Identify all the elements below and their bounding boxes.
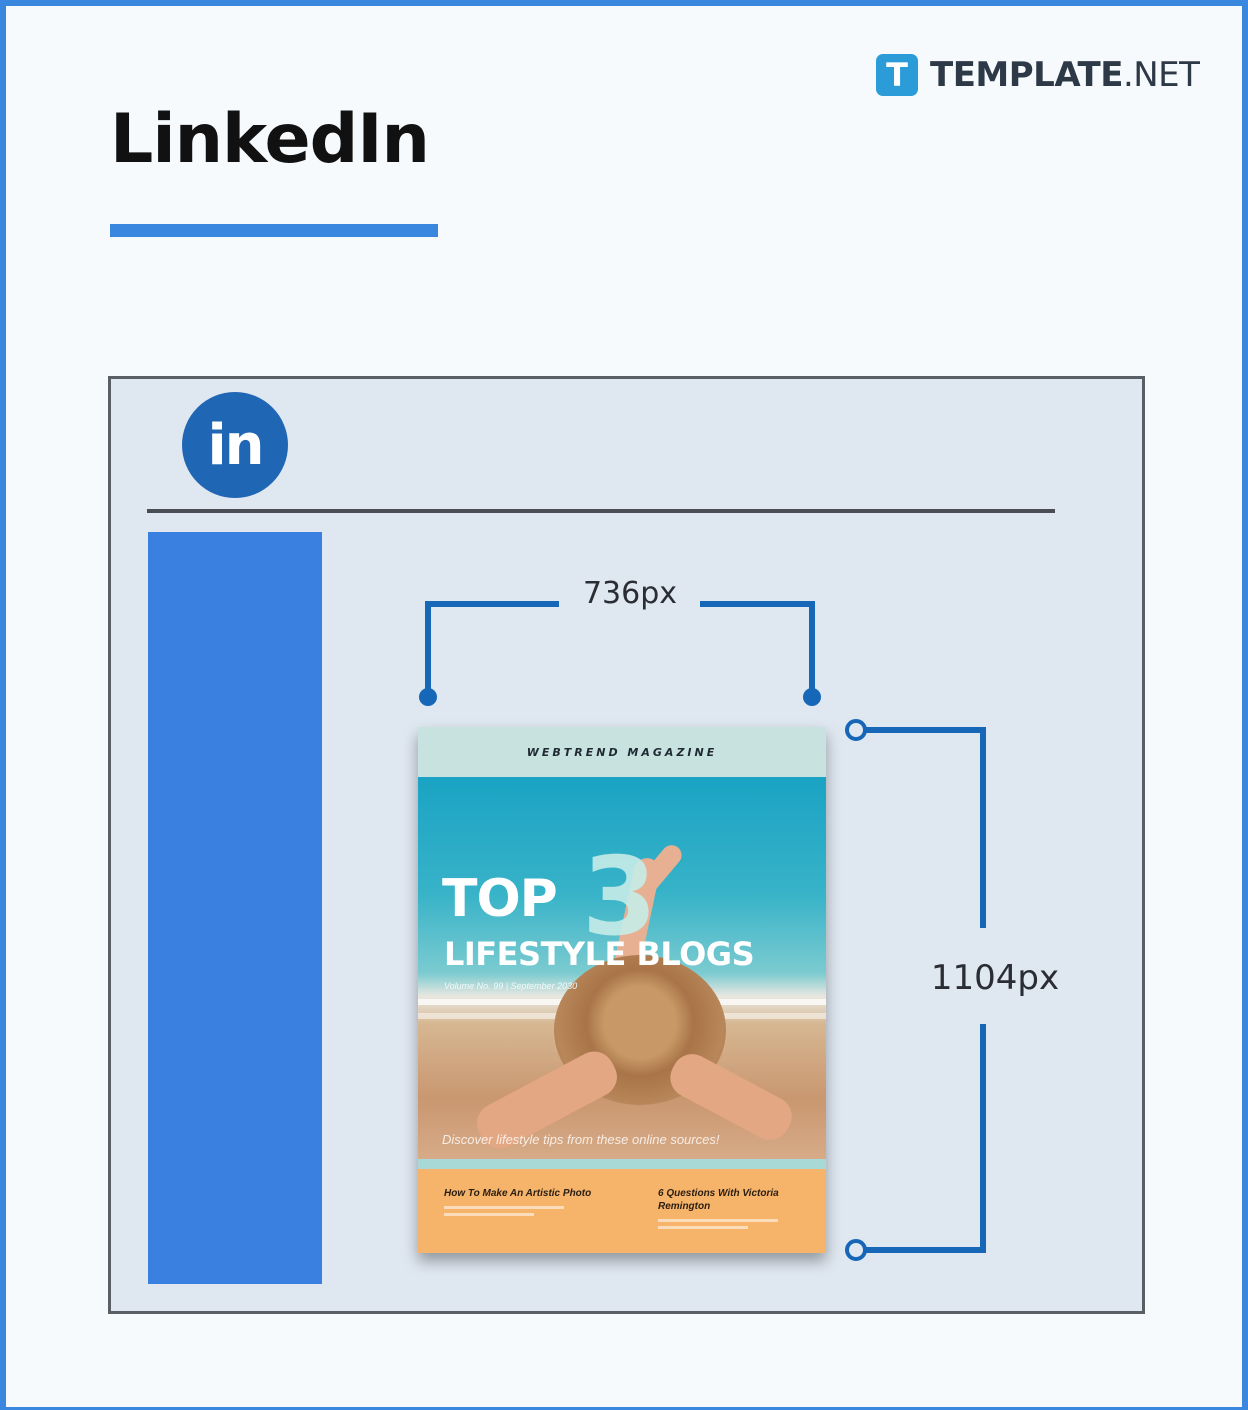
- magazine-masthead: WEBTREND MAGAZINE: [418, 727, 826, 777]
- width-bracket: [425, 601, 815, 694]
- article-2: 6 Questions With Victoria Remington: [658, 1187, 818, 1233]
- color-strip: [418, 1159, 826, 1169]
- beach-photo: 3 TOP LIFESTYLE BLOGS Volume No. 99 | Se…: [418, 777, 826, 1169]
- article-filler-lines: [658, 1219, 818, 1229]
- height-dimension-label: 1104px: [930, 958, 1060, 998]
- article-title: How To Make An Artistic Photo: [444, 1188, 592, 1199]
- width-dimension-label: 736px: [582, 576, 678, 611]
- magazine-cover: WEBTREND MAGAZINE 3 TOP LIFESTYLE BLOGS …: [418, 727, 826, 1253]
- height-bracket-bottom-dot: [845, 1239, 867, 1261]
- article-title: 6 Questions With Victoria Remington: [658, 1188, 779, 1212]
- magazine-publisher: WEBTREND MAGAZINE: [526, 745, 718, 759]
- height-bracket-top-dot: [845, 719, 867, 741]
- width-bracket-left-dot: [419, 688, 437, 706]
- width-bracket-right-dot: [803, 688, 821, 706]
- headline-sub: LIFESTYLE BLOGS: [444, 935, 755, 973]
- headline-top: TOP: [442, 869, 558, 929]
- articles-section: How To Make An Artistic Photo 6 Question…: [418, 1169, 826, 1253]
- issue-info: Volume No. 99 | September 2030: [444, 981, 578, 991]
- article-1: How To Make An Artistic Photo: [444, 1187, 604, 1220]
- magazine-tagline: Discover lifestyle tips from these onlin…: [442, 1132, 720, 1147]
- article-filler-lines: [444, 1206, 604, 1216]
